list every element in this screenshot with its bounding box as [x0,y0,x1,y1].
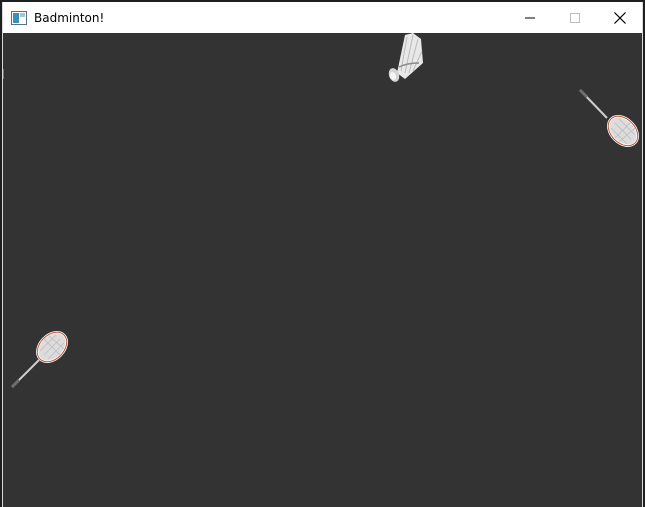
racket-icon [10,331,68,389]
app-window-icon [11,10,27,25]
game-window: Badminton! [2,2,643,507]
close-button[interactable] [597,2,642,33]
window-title: Badminton! [34,10,105,25]
edge-marker [3,69,4,79]
maximize-button[interactable] [552,2,597,33]
window-controls [507,2,642,33]
game-canvas[interactable] [3,33,642,507]
close-icon [613,11,626,24]
title-bar[interactable]: Badminton! [3,2,642,33]
racket-icon [578,88,639,147]
minimize-icon [524,17,535,18]
maximize-icon [569,12,580,23]
shuttlecock-icon [388,33,423,82]
minimize-button[interactable] [507,2,552,33]
